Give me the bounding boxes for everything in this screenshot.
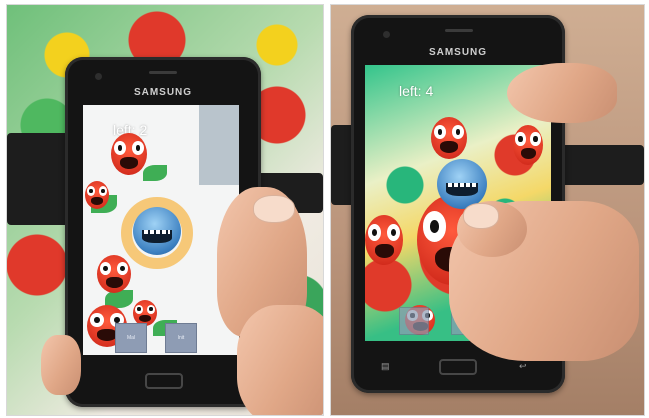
remaining-counter: left: 4 [399,83,434,99]
red-monster[interactable] [97,255,131,293]
red-monster[interactable] [111,133,147,175]
home-button[interactable] [439,359,477,375]
camera-icon [383,31,390,38]
hand-palm [237,305,323,415]
phone-brand: SAMSUNG [428,47,488,58]
camera-icon [95,73,102,80]
game-button-1[interactable]: Mal [115,323,147,353]
leaf [143,165,167,181]
thumbnail [463,203,499,229]
phone-brand: SAMSUNG [133,87,193,98]
thumbnail [253,195,295,223]
red-monster[interactable] [431,117,467,159]
back-icon[interactable]: ↩ [519,361,527,372]
hand-finger-top [507,63,617,123]
speaker-grille [149,71,177,74]
game-screen[interactable]: left: 2 Mal Init [83,105,239,355]
game-button-2[interactable]: Init [165,323,197,353]
red-monster[interactable] [85,181,109,209]
red-monster[interactable] [365,215,403,265]
home-button[interactable] [145,373,183,389]
photo-left: SAMSUNG left: 2 Mal Init [6,4,324,416]
menu-icon[interactable]: ▤ [381,361,390,372]
hand-finger [41,335,81,395]
red-monster[interactable] [513,125,543,165]
game-button-1[interactable] [399,307,429,335]
speaker-grille [445,29,473,32]
photo-right: SAMSUNG left: 4 ▤ ↩ [330,4,645,416]
blue-monster-target[interactable] [437,159,487,209]
window-blinds [199,105,239,185]
blue-monster-target[interactable] [133,207,181,255]
